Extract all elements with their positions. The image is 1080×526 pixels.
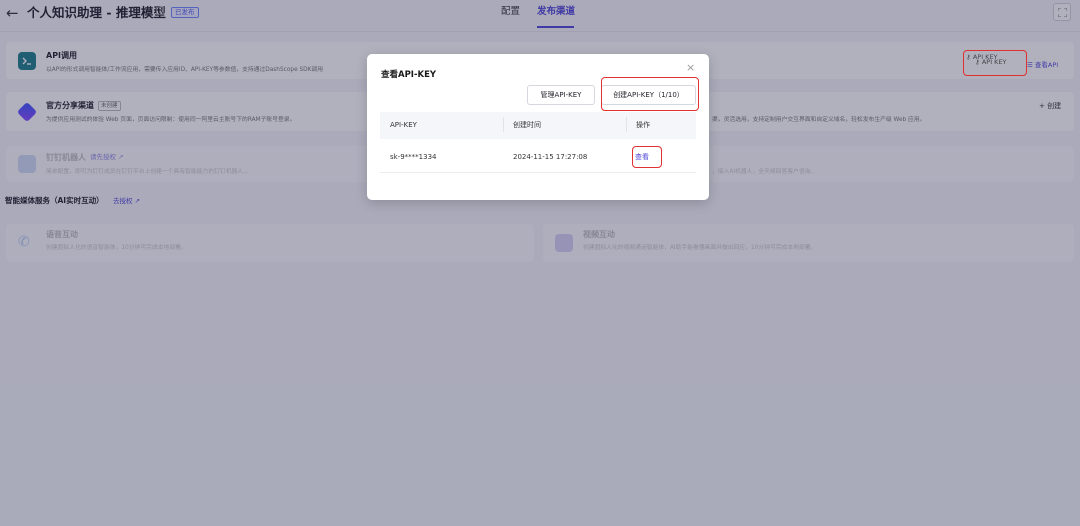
view-link-highlight bbox=[632, 146, 662, 168]
table-row-divider bbox=[380, 172, 696, 173]
close-icon[interactable]: × bbox=[686, 62, 695, 74]
column-created-time: 创建时间 bbox=[513, 121, 541, 129]
column-separator bbox=[503, 117, 504, 132]
create-button-highlight bbox=[601, 77, 699, 111]
view-api-key-modal: 查看API-KEY × 管理API-KEY 创建API-KEY（1/10） AP… bbox=[367, 54, 709, 200]
manage-api-key-button[interactable]: 管理API-KEY bbox=[527, 85, 595, 105]
created-time-value: 2024-11-15 17:27:08 bbox=[513, 153, 588, 161]
api-key-button-visible[interactable]: ⚷ API KEY bbox=[975, 57, 1007, 67]
column-api-key: API-KEY bbox=[390, 121, 417, 129]
modal-title: 查看API-KEY bbox=[381, 70, 437, 80]
key-icon: ⚷ bbox=[975, 58, 982, 66]
api-key-value: sk-9****1334 bbox=[390, 153, 437, 161]
column-separator bbox=[626, 117, 627, 132]
column-action: 操作 bbox=[636, 121, 650, 129]
